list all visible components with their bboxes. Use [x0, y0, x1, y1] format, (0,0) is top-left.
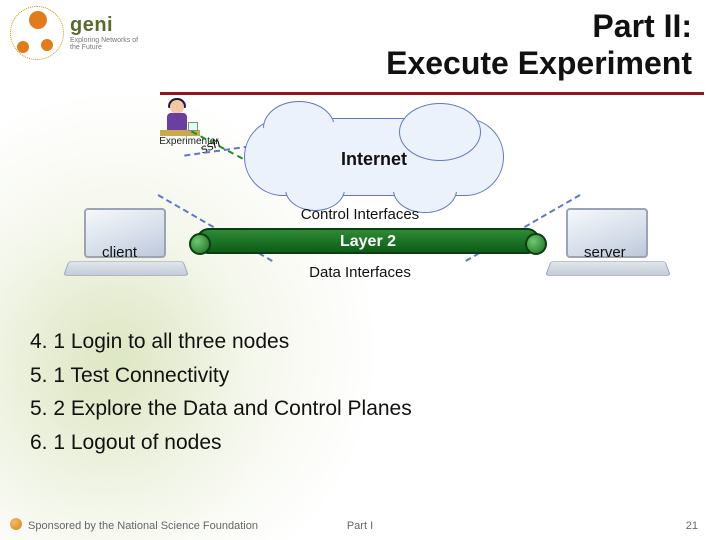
slide-title: Part II: Execute Experiment: [386, 8, 692, 82]
server-label: server: [584, 244, 626, 261]
logo: geni Exploring Networks of the Future: [10, 6, 140, 60]
footer-page-number: 21: [686, 520, 698, 532]
title-line1: Part II:: [386, 8, 692, 45]
step-item: 6. 1 Logout of nodes: [30, 427, 690, 459]
title-line2: Execute Experiment: [386, 45, 692, 82]
logo-brand: geni: [70, 15, 140, 35]
cloud-label: Internet: [245, 149, 503, 170]
internet-cloud: Internet: [244, 118, 504, 196]
steps-list: 4. 1 Login to all three nodes 5. 1 Test …: [30, 324, 690, 460]
title-underline: [160, 92, 704, 95]
footer-center: Part I: [0, 520, 720, 532]
step-item: 5. 2 Explore the Data and Control Planes: [30, 393, 690, 425]
diagram: Experimenter ssh Internet Control Interf…: [0, 100, 720, 315]
logo-text: geni Exploring Networks of the Future: [70, 15, 140, 51]
layer2-link: Layer 2: [196, 228, 540, 254]
footer: Sponsored by the National Science Founda…: [0, 512, 720, 532]
logo-tagline: Exploring Networks of the Future: [70, 37, 140, 51]
logo-mark-icon: [10, 6, 64, 60]
data-interfaces-label: Data Interfaces: [0, 264, 720, 281]
client-label: client: [102, 244, 137, 261]
step-item: 4. 1 Login to all three nodes: [30, 326, 690, 358]
step-item: 5. 1 Test Connectivity: [30, 360, 690, 392]
